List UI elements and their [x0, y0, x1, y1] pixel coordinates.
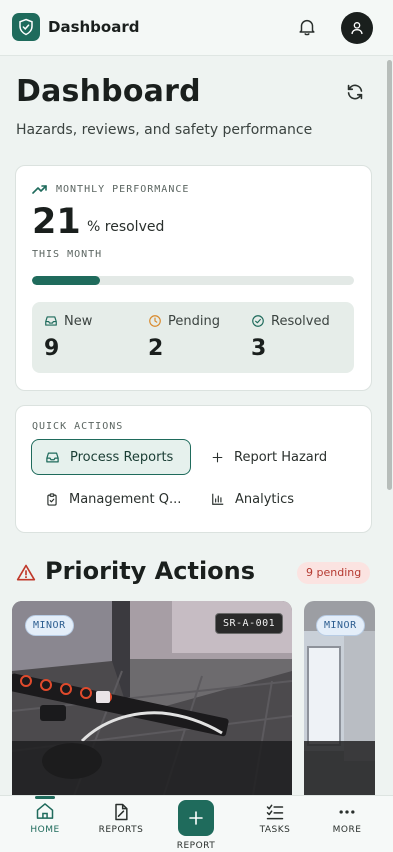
progress-fill: [32, 276, 100, 285]
process-reports-button[interactable]: Process Reports: [31, 439, 191, 475]
resolved-unit: % resolved: [87, 219, 165, 235]
priority-action-card[interactable]: MINOR SR-A-001: [12, 601, 292, 801]
home-icon: [36, 803, 54, 819]
user-avatar[interactable]: [341, 12, 373, 44]
checklist-icon: [266, 804, 284, 820]
nav-label: TASKS: [259, 825, 291, 835]
plus-icon: [189, 811, 203, 825]
priority-action-card[interactable]: MINOR: [304, 601, 375, 801]
quick-actions-eyebrow: QUICK ACTIONS: [32, 421, 124, 432]
report-hazard-button[interactable]: Report Hazard: [197, 439, 357, 475]
top-app-bar: Dashboard: [0, 0, 393, 56]
nav-label: REPORT: [176, 841, 216, 851]
more-icon: [339, 810, 355, 814]
page-title: Dashboard: [16, 74, 201, 109]
stat-value: 3: [251, 336, 267, 361]
user-icon: [351, 22, 363, 35]
inbox-icon: [45, 316, 57, 326]
bar-chart-icon: [212, 493, 224, 505]
document-icon: [115, 803, 128, 821]
analytics-button[interactable]: Analytics: [197, 481, 357, 517]
button-label: Process Reports: [70, 449, 174, 465]
performance-eyebrow: MONTHLY PERFORMANCE: [56, 184, 190, 195]
trending-up-icon: [32, 185, 47, 194]
severity-badge: MINOR: [316, 615, 365, 636]
priority-actions-title: Priority Actions: [45, 557, 256, 585]
pending-count-badge: 9 pending: [297, 562, 371, 584]
resolved-percent-value: 21: [32, 202, 81, 242]
stat-label: New: [64, 314, 93, 329]
page-subtitle: Hazards, reviews, and safety performance: [16, 122, 313, 138]
stat-label: Pending: [168, 314, 220, 329]
app-title: Dashboard: [48, 18, 140, 36]
stat-label: Resolved: [271, 314, 330, 329]
clipboard-icon: [47, 492, 57, 506]
performance-progress-bar: [32, 276, 354, 285]
report-id-badge: SR-A-001: [215, 613, 284, 634]
stat-value: 9: [44, 336, 60, 361]
scrollbar[interactable]: [387, 60, 392, 490]
nav-label: MORE: [332, 825, 362, 835]
active-indicator: [35, 796, 55, 799]
severity-badge: MINOR: [25, 615, 74, 636]
stats-panel: New 9 Pending 2 Resolved 3: [32, 302, 354, 373]
button-label: Report Hazard: [234, 449, 328, 465]
nav-label: REPORTS: [98, 825, 144, 835]
bell-icon[interactable]: [296, 16, 318, 38]
button-label: Management Q...: [69, 491, 182, 507]
period-label: THIS MONTH: [32, 249, 103, 260]
plus-icon: [212, 452, 223, 462]
check-circle-icon: [252, 315, 264, 327]
management-queue-button[interactable]: Management Q...: [31, 481, 191, 517]
nav-label: HOME: [30, 825, 60, 835]
shield-check-logo-icon[interactable]: [12, 13, 40, 41]
button-label: Analytics: [235, 491, 295, 507]
clock-icon: [149, 315, 161, 327]
stat-value: 2: [148, 336, 164, 361]
refresh-icon[interactable]: [344, 81, 366, 103]
warning-triangle-icon: [16, 564, 36, 581]
report-fab-button[interactable]: [178, 800, 214, 836]
inbox-icon: [46, 452, 59, 462]
